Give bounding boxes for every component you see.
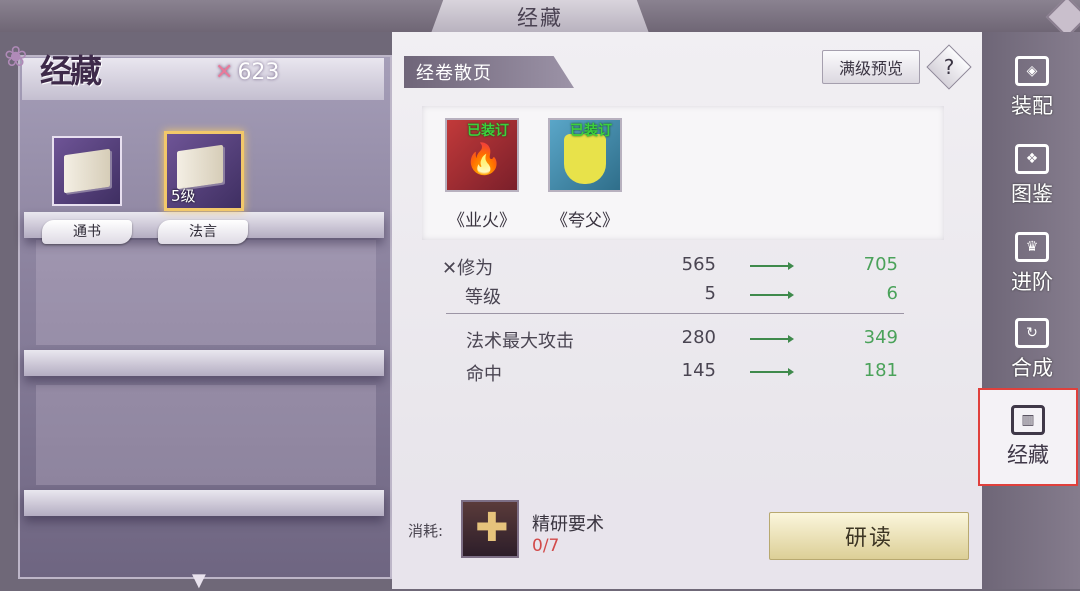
arrow-right-icon — [750, 371, 790, 373]
book-level: 5级 — [171, 187, 196, 205]
crossed-swords-icon: ✕ — [442, 258, 458, 279]
stat-label-xiuwei: ✕修为 — [442, 258, 494, 279]
study-button[interactable]: 研读 — [769, 512, 969, 560]
sidebar-item-label: 图鉴 — [1011, 182, 1053, 206]
stat-from: 565 — [681, 254, 716, 275]
equipped-tag: 已装订 — [570, 123, 612, 139]
scripture-icon: ▥ — [1011, 405, 1045, 435]
arrow-right-icon — [750, 338, 790, 340]
knot-ornament-icon: ❀ — [4, 40, 28, 73]
currency-value: 623 — [237, 60, 280, 85]
sidebar-item-label: 合成 — [1011, 356, 1053, 380]
shelf-backing — [36, 240, 376, 345]
fire-icon: 🔥 — [465, 142, 503, 177]
stat-label-hit: 命中 — [466, 364, 502, 385]
cost-label: 消耗: — [408, 522, 444, 540]
stat-label-level: 等级 — [465, 287, 501, 308]
stat-to: 705 — [863, 254, 898, 275]
panel-logo: 经藏 — [40, 52, 102, 90]
stat-to: 6 — [886, 283, 898, 304]
book-item-tongshu[interactable] — [52, 136, 122, 206]
equipped-name: 《业火》 — [448, 211, 516, 231]
book-label: 法言 — [158, 220, 248, 244]
equipped-tag: 已装订 — [467, 123, 509, 139]
sidebar-item-label: 进阶 — [1011, 270, 1053, 294]
stats-divider — [446, 313, 904, 314]
sidebar-item-scripture[interactable]: ▥ 经藏 — [978, 388, 1078, 486]
window-title: 经藏 — [430, 0, 650, 36]
scroll-down-icon[interactable]: ▼ — [192, 570, 206, 591]
yellow-scroll-icon — [564, 134, 606, 184]
currency-display: ✕ 623 — [215, 60, 279, 85]
book-icon — [64, 148, 110, 194]
codex-icon: ❖ — [1015, 144, 1049, 174]
equipped-page-yehuo[interactable]: 🔥 已装订 — [445, 118, 519, 192]
stat-from: 280 — [681, 327, 716, 348]
synthesize-icon: ↻ — [1015, 318, 1049, 348]
stat-from: 145 — [681, 360, 716, 381]
sidebar-item-codex[interactable]: ❖ 图鉴 — [990, 136, 1074, 216]
cost-item-slot[interactable]: ✚ — [461, 500, 519, 558]
equip-icon: ◈ — [1015, 56, 1049, 86]
arrow-head — [788, 368, 794, 376]
cost-item-name: 精研要术 — [532, 514, 604, 535]
study-item-icon: ✚ — [475, 505, 509, 551]
section-title: 经卷散页 — [404, 56, 574, 88]
sidebar-item-synthesize[interactable]: ↻ 合成 — [990, 310, 1074, 390]
stat-to: 181 — [863, 360, 898, 381]
shelf-backing — [36, 385, 376, 485]
sidebar-item-label: 装配 — [1011, 94, 1053, 118]
sidebar-item-advance[interactable]: ♛ 进阶 — [990, 224, 1074, 304]
arrow-head — [788, 262, 794, 270]
cost-item-count: 0/7 — [532, 536, 560, 556]
shelf-board — [24, 490, 384, 516]
sidebar-item-label: 经藏 — [1007, 443, 1049, 467]
arrow-head — [788, 291, 794, 299]
book-item-fayan[interactable]: 5级 — [164, 131, 244, 211]
equipped-page-kuafu[interactable]: 已装订 — [548, 118, 622, 192]
equipped-name: 《夸父》 — [551, 211, 619, 231]
arrow-right-icon — [750, 294, 790, 296]
arrow-right-icon — [750, 265, 790, 267]
max-level-preview-button[interactable]: 满级预览 — [822, 50, 920, 84]
sidebar-item-equip[interactable]: ◈ 装配 — [990, 48, 1074, 128]
stat-from: 5 — [704, 283, 716, 304]
stat-label-max-spell-attack: 法术最大攻击 — [466, 331, 574, 352]
arrow-head — [788, 335, 794, 343]
book-icon — [177, 144, 223, 190]
crossed-swords-icon: ✕ — [215, 60, 234, 85]
stat-to: 349 — [863, 327, 898, 348]
book-label: 通书 — [42, 220, 132, 244]
shelf-board — [24, 350, 384, 376]
question-icon: ? — [943, 55, 955, 79]
advance-icon: ♛ — [1015, 232, 1049, 262]
